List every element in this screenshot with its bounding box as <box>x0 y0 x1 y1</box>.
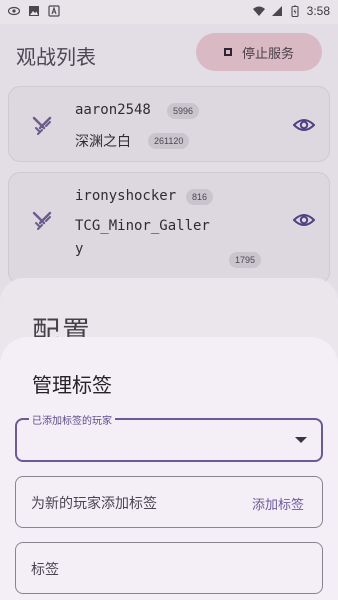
eye-notification-icon <box>8 6 20 16</box>
tag-input[interactable]: 标签 <box>15 542 323 594</box>
crossed-swords-icon <box>32 116 52 135</box>
deck-name: 深渊之白 <box>75 134 131 150</box>
eye-icon[interactable] <box>293 114 315 136</box>
player-name: ironyshocker <box>75 188 177 204</box>
dropdown-label: 已添加标签的玩家 <box>29 412 115 427</box>
deck-name-line2: y <box>75 241 84 257</box>
player-name: aaron2548 <box>75 102 151 118</box>
player-id-badge: 816 <box>186 189 214 205</box>
new-player-tag-placeholder: 为新的玩家添加标签 <box>31 496 157 512</box>
dialog-title: 管理标签 <box>32 373 112 397</box>
page-title: 观战列表 <box>16 45 96 69</box>
status-bar: 3:58 <box>0 0 338 24</box>
eye-icon[interactable] <box>293 209 315 231</box>
stop-icon <box>223 48 232 56</box>
deck-id-badge: 1795 <box>229 252 262 268</box>
dropdown-arrow-icon[interactable] <box>295 437 307 443</box>
image-notification-icon <box>29 6 39 16</box>
crossed-swords-icon <box>32 211 52 230</box>
battery-icon <box>291 5 299 17</box>
player-card[interactable]: aaron2548 5996 深渊之白 261120 <box>8 86 330 162</box>
tag-placeholder: 标签 <box>31 562 59 578</box>
player-card[interactable]: ironyshocker 816 TCG_Minor_Galler y 1795 <box>8 172 330 284</box>
manage-tags-sheet: 管理标签 已添加标签的玩家 为新的玩家添加标签 添加标签 标签 <box>0 337 338 600</box>
new-player-tag-field[interactable]: 为新的玩家添加标签 添加标签 <box>15 476 323 528</box>
add-tag-button[interactable]: 添加标签 <box>252 494 304 513</box>
deck-name-line1: TCG_Minor_Galler <box>75 218 210 234</box>
stop-service-button[interactable]: 停止服务 <box>196 33 322 71</box>
tagged-players-dropdown[interactable]: 已添加标签的玩家 <box>15 412 323 462</box>
cellular-signal-icon <box>271 6 282 16</box>
clock: 3:58 <box>306 4 330 18</box>
font-notification-icon <box>48 5 60 17</box>
wifi-icon <box>252 6 265 16</box>
deck-id-badge: 261120 <box>148 133 190 149</box>
player-id-badge: 5996 <box>167 103 200 119</box>
stop-service-label: 停止服务 <box>241 46 294 62</box>
